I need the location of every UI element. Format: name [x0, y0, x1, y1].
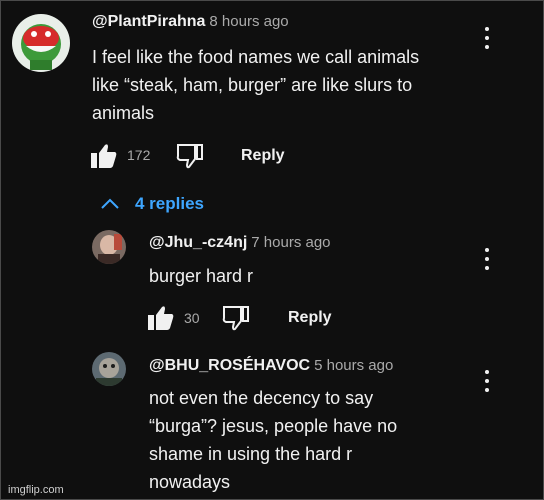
thumb-up-icon[interactable]: [147, 305, 175, 331]
watermark: imgflip.com: [8, 484, 64, 496]
reply-button[interactable]: Reply: [288, 309, 332, 327]
reply-text-line: “burga”? jesus, people have no: [149, 416, 398, 436]
reply-text: not even the decency to say “burga”? jes…: [149, 384, 397, 496]
avatar[interactable]: [12, 14, 70, 72]
reply-time[interactable]: 7 hours ago: [251, 234, 330, 251]
reply-time[interactable]: 5 hours ago: [314, 357, 393, 374]
reply-author[interactable]: @BHU_ROSÉHAVOC: [149, 357, 310, 374]
thumb-down-icon[interactable]: [176, 143, 204, 169]
more-vert-icon[interactable]: [484, 248, 490, 272]
like-count: 172: [127, 147, 151, 163]
thumb-up-icon[interactable]: [90, 143, 118, 169]
reply-author[interactable]: @Jhu_-cz4nj: [149, 234, 247, 251]
more-vert-icon[interactable]: [484, 370, 490, 394]
thumb-down-icon[interactable]: [222, 305, 250, 331]
avatar[interactable]: [92, 352, 126, 386]
reply-button[interactable]: Reply: [241, 147, 285, 165]
reply-text-line: burger hard r: [149, 266, 254, 286]
reply-text-line: nowadays: [149, 472, 231, 492]
comment-text-line: animals: [92, 103, 155, 123]
comment-time[interactable]: 8 hours ago: [209, 13, 288, 30]
comment-text: I feel like the food names we call anima…: [92, 43, 419, 127]
chevron-up-icon: [101, 198, 119, 209]
like-count: 30: [184, 310, 200, 326]
comment-header: @PlantPirahna 8 hours ago: [92, 13, 289, 31]
reply-header: @Jhu_-cz4nj 7 hours ago: [149, 234, 331, 252]
reply-header: @BHU_ROSÉHAVOC 5 hours ago: [149, 357, 393, 375]
more-vert-icon[interactable]: [484, 27, 490, 51]
reply-text-line: shame in using the hard r: [149, 444, 353, 464]
comment-text-line: like “steak, ham, burger” are like slurs…: [92, 75, 413, 95]
comment-text-line: I feel like the food names we call anima…: [92, 47, 420, 67]
reply-text: burger hard r: [149, 262, 253, 290]
avatar[interactable]: [92, 230, 126, 264]
replies-count: 4 replies: [135, 194, 204, 213]
comment-author[interactable]: @PlantPirahna: [92, 13, 205, 30]
reply-text-line: not even the decency to say: [149, 388, 374, 408]
